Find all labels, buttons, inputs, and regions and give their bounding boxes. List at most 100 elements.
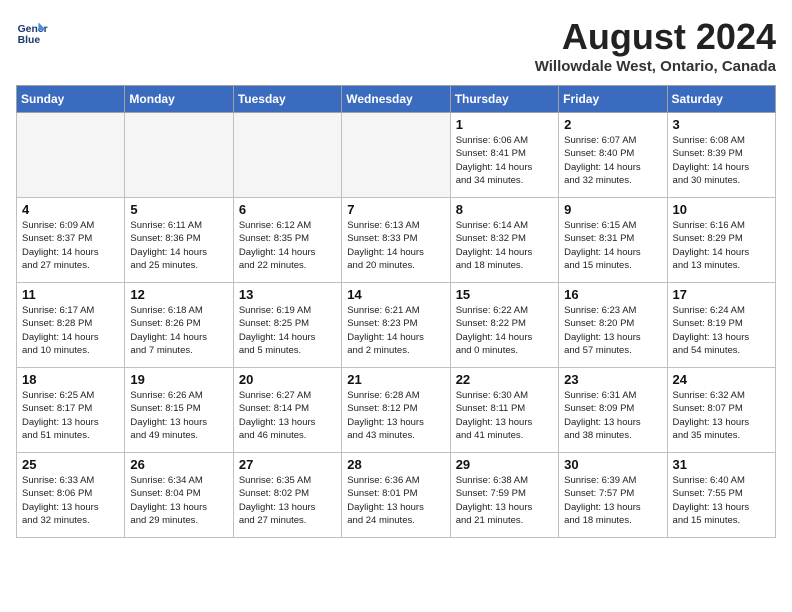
cell-text: Sunrise: 6:07 AM Sunset: 8:40 PM Dayligh… (564, 134, 661, 187)
cell-text: Sunrise: 6:32 AM Sunset: 8:07 PM Dayligh… (673, 389, 770, 442)
calendar-cell: 16 Sunrise: 6:23 AM Sunset: 8:20 PM Dayli… (559, 283, 667, 368)
cell-text: Sunrise: 6:17 AM Sunset: 8:28 PM Dayligh… (22, 304, 119, 357)
cell-text: Sunrise: 6:21 AM Sunset: 8:23 PM Dayligh… (347, 304, 444, 357)
day-number: 1 (456, 117, 553, 132)
calendar-cell (342, 113, 450, 198)
calendar-cell: 17 Sunrise: 6:24 AM Sunset: 8:19 PM Dayli… (667, 283, 775, 368)
calendar-cell: 26Sunrise: 6:34 AM Sunset: 8:04 PM Dayli… (125, 453, 233, 538)
svg-text:Blue: Blue (18, 35, 41, 46)
cell-text: Sunrise: 6:09 AM Sunset: 8:37 PM Dayligh… (22, 219, 119, 272)
month-title: August 2024 (535, 16, 776, 58)
cell-text: Sunrise: 6:13 AM Sunset: 8:33 PM Dayligh… (347, 219, 444, 272)
day-number: 19 (130, 372, 227, 387)
cell-text: Sunrise: 6:14 AM Sunset: 8:32 PM Dayligh… (456, 219, 553, 272)
calendar-cell: 5 Sunrise: 6:11 AM Sunset: 8:36 PM Daylig… (125, 198, 233, 283)
day-number: 29 (456, 457, 553, 472)
calendar-cell: 13 Sunrise: 6:19 AM Sunset: 8:25 PM Dayli… (233, 283, 341, 368)
cell-text: Sunrise: 6:15 AM Sunset: 8:31 PM Dayligh… (564, 219, 661, 272)
cell-text: Sunrise: 6:25 AM Sunset: 8:17 PM Dayligh… (22, 389, 119, 442)
day-number: 28 (347, 457, 444, 472)
day-header-sunday: Sunday (17, 86, 125, 113)
calendar-cell (17, 113, 125, 198)
day-header-thursday: Thursday (450, 86, 558, 113)
day-header-tuesday: Tuesday (233, 86, 341, 113)
calendar-cell: 19 Sunrise: 6:26 AM Sunset: 8:15 PM Dayli… (125, 368, 233, 453)
calendar-cell: 18 Sunrise: 6:25 AM Sunset: 8:17 PM Dayli… (17, 368, 125, 453)
day-number: 22 (456, 372, 553, 387)
cell-text: Sunrise: 6:06 AM Sunset: 8:41 PM Dayligh… (456, 134, 553, 187)
calendar-cell: 4 Sunrise: 6:09 AM Sunset: 8:37 PM Daylig… (17, 198, 125, 283)
calendar-cell: 23Sunrise: 6:31 AM Sunset: 8:09 PM Dayli… (559, 368, 667, 453)
calendar-cell: 11 Sunrise: 6:17 AM Sunset: 8:28 PM Dayli… (17, 283, 125, 368)
cell-text: Sunrise: 6:23 AM Sunset: 8:20 PM Dayligh… (564, 304, 661, 357)
day-number: 25 (22, 457, 119, 472)
calendar-cell (233, 113, 341, 198)
day-header-wednesday: Wednesday (342, 86, 450, 113)
day-number: 5 (130, 202, 227, 217)
cell-text: Sunrise: 6:16 AM Sunset: 8:29 PM Dayligh… (673, 219, 770, 272)
calendar-cell: 28 Sunrise: 6:36 AM Sunset: 8:01 PM Dayli… (342, 453, 450, 538)
calendar-cell: 24 Sunrise: 6:32 AM Sunset: 8:07 PM Dayli… (667, 368, 775, 453)
day-number: 17 (673, 287, 770, 302)
logo-icon: General Blue (16, 16, 48, 48)
day-number: 27 (239, 457, 336, 472)
calendar-cell: 1 Sunrise: 6:06 AM Sunset: 8:41 PM Daylig… (450, 113, 558, 198)
calendar-cell: 31 Sunrise: 6:40 AM Sunset: 7:55 PM Dayli… (667, 453, 775, 538)
calendar-cell: 15 Sunrise: 6:22 AM Sunset: 8:22 PM Dayli… (450, 283, 558, 368)
cell-text: Sunrise: 6:30 AM Sunset: 8:11 PM Dayligh… (456, 389, 553, 442)
calendar-cell: 27 Sunrise: 6:35 AM Sunset: 8:02 PM Dayli… (233, 453, 341, 538)
day-number: 31 (673, 457, 770, 472)
calendar-cell: 21 Sunrise: 6:28 AM Sunset: 8:12 PM Dayli… (342, 368, 450, 453)
day-number: 21 (347, 372, 444, 387)
day-number: 20 (239, 372, 336, 387)
day-number: 3 (673, 117, 770, 132)
calendar-cell: 6 Sunrise: 6:12 AM Sunset: 8:35 PM Daylig… (233, 198, 341, 283)
cell-text: Sunrise: 6:40 AM Sunset: 7:55 PM Dayligh… (673, 474, 770, 527)
calendar-cell: 30 Sunrise: 6:39 AM Sunset: 7:57 PM Dayli… (559, 453, 667, 538)
day-header-monday: Monday (125, 86, 233, 113)
calendar-cell: 2 Sunrise: 6:07 AM Sunset: 8:40 PM Daylig… (559, 113, 667, 198)
day-number: 8 (456, 202, 553, 217)
day-number: 14 (347, 287, 444, 302)
day-number: 11 (22, 287, 119, 302)
cell-text: Sunrise: 6:28 AM Sunset: 8:12 PM Dayligh… (347, 389, 444, 442)
day-number: 6 (239, 202, 336, 217)
cell-text: Sunrise: 6:22 AM Sunset: 8:22 PM Dayligh… (456, 304, 553, 357)
day-number: 24 (673, 372, 770, 387)
day-number: 18 (22, 372, 119, 387)
cell-text: Sunrise: 6:11 AM Sunset: 8:36 PM Dayligh… (130, 219, 227, 272)
day-number: 7 (347, 202, 444, 217)
cell-text: Sunrise: 6:39 AM Sunset: 7:57 PM Dayligh… (564, 474, 661, 527)
calendar-cell: 22 Sunrise: 6:30 AM Sunset: 8:11 PM Dayli… (450, 368, 558, 453)
cell-text: Sunrise: 6:08 AM Sunset: 8:39 PM Dayligh… (673, 134, 770, 187)
logo: General Blue (16, 16, 48, 48)
cell-text: Sunrise: 6:19 AM Sunset: 8:25 PM Dayligh… (239, 304, 336, 357)
title-area: August 2024 Willowdale West, Ontario, Ca… (535, 16, 776, 75)
day-number: 4 (22, 202, 119, 217)
day-header-saturday: Saturday (667, 86, 775, 113)
cell-text: Sunrise: 6:26 AM Sunset: 8:15 PM Dayligh… (130, 389, 227, 442)
day-number: 23 (564, 372, 661, 387)
day-number: 30 (564, 457, 661, 472)
calendar-cell: 12 Sunrise: 6:18 AM Sunset: 8:26 PM Dayli… (125, 283, 233, 368)
day-number: 13 (239, 287, 336, 302)
calendar-cell (125, 113, 233, 198)
cell-text: Sunrise: 6:35 AM Sunset: 8:02 PM Dayligh… (239, 474, 336, 527)
day-number: 15 (456, 287, 553, 302)
day-number: 12 (130, 287, 227, 302)
day-number: 9 (564, 202, 661, 217)
calendar-cell: 25 Sunrise: 6:33 AM Sunset: 8:06 PM Dayli… (17, 453, 125, 538)
cell-text: Sunrise: 6:24 AM Sunset: 8:19 PM Dayligh… (673, 304, 770, 357)
day-number: 26 (130, 457, 227, 472)
cell-text: Sunrise: 6:38 AM Sunset: 7:59 PM Dayligh… (456, 474, 553, 527)
day-number: 2 (564, 117, 661, 132)
day-number: 10 (673, 202, 770, 217)
calendar-cell: 8 Sunrise: 6:14 AM Sunset: 8:32 PM Daylig… (450, 198, 558, 283)
cell-text: Sunrise: 6:18 AM Sunset: 8:26 PM Dayligh… (130, 304, 227, 357)
cell-text: Sunrise: 6:27 AM Sunset: 8:14 PM Dayligh… (239, 389, 336, 442)
cell-text: Sunrise: 6:33 AM Sunset: 8:06 PM Dayligh… (22, 474, 119, 527)
day-number: 16 (564, 287, 661, 302)
cell-text: Sunrise: 6:36 AM Sunset: 8:01 PM Dayligh… (347, 474, 444, 527)
calendar-cell: 29 Sunrise: 6:38 AM Sunset: 7:59 PM Dayli… (450, 453, 558, 538)
cell-text: Sunrise: 6:12 AM Sunset: 8:35 PM Dayligh… (239, 219, 336, 272)
